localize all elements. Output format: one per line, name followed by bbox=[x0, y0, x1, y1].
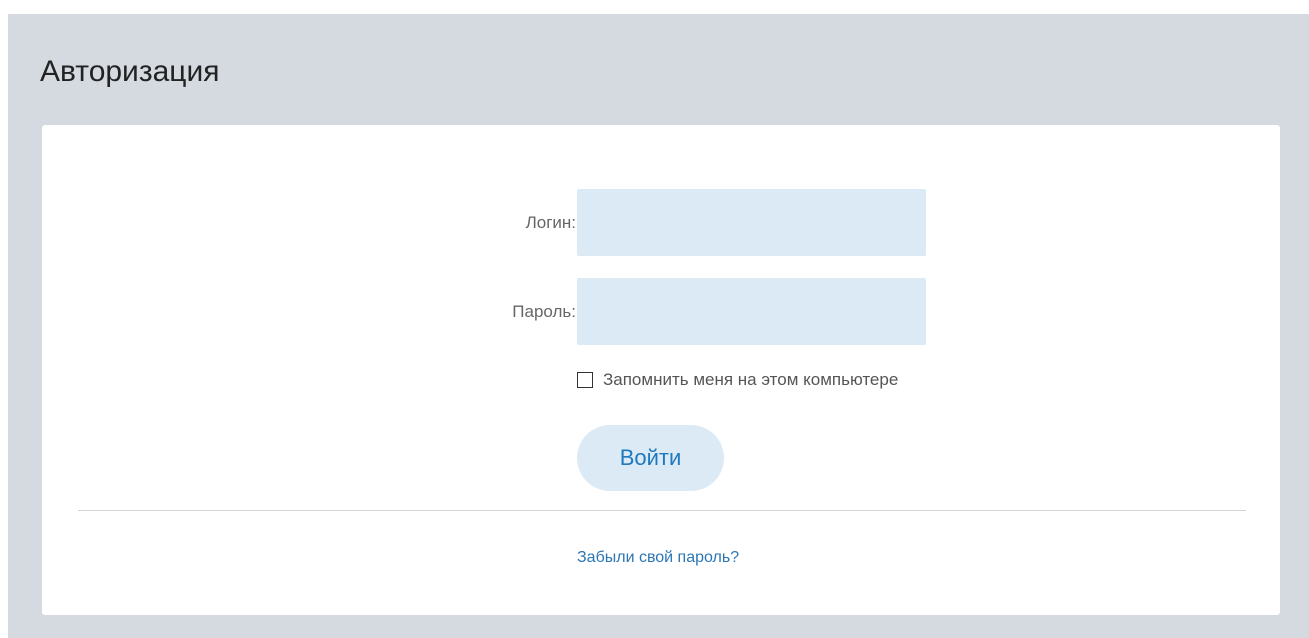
password-label: Пароль: bbox=[512, 302, 576, 321]
login-button[interactable]: Войти bbox=[577, 425, 724, 491]
remember-me-checkbox[interactable] bbox=[577, 372, 593, 388]
remember-me-option[interactable]: Запомнить меня на этом компьютере bbox=[577, 370, 898, 390]
password-input[interactable] bbox=[577, 278, 926, 345]
login-input[interactable] bbox=[577, 189, 926, 256]
forgot-password-link[interactable]: Забыли свой пароль? bbox=[577, 548, 739, 568]
login-label: Логин: bbox=[525, 213, 576, 232]
page-title: Авторизация bbox=[40, 55, 220, 88]
auth-card: Логин: Пароль: Запомнить меня на этом ко… bbox=[42, 125, 1280, 615]
divider bbox=[78, 510, 1246, 511]
remember-me-label: Запомнить меня на этом компьютере bbox=[603, 370, 899, 389]
auth-page: Авторизация Логин: Пароль: Запомнить мен… bbox=[8, 14, 1309, 638]
